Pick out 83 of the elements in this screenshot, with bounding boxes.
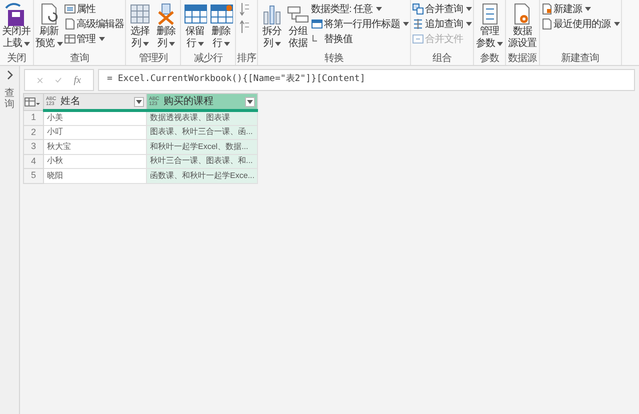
caret-icon xyxy=(24,42,30,46)
table-menu-button[interactable] xyxy=(24,94,44,110)
table-icon xyxy=(128,2,152,26)
ribbon-button[interactable]: 替换值 xyxy=(311,32,409,46)
group-label: 转换 xyxy=(324,52,344,65)
caret-icon xyxy=(376,7,382,11)
filter-button[interactable] xyxy=(134,96,144,106)
ribbon-button[interactable]: 追加查询 xyxy=(412,17,472,31)
table-cell: 函数课、和秋叶一起学Exce... xyxy=(146,168,258,183)
sort-ascending-icon xyxy=(240,2,250,16)
properties-icon xyxy=(64,3,76,15)
pane-label: 查询 xyxy=(4,88,14,110)
row-number: 4 xyxy=(24,154,44,168)
table-cell: 小叮 xyxy=(44,125,146,140)
document-icon xyxy=(540,18,552,30)
group-label: 减少行 xyxy=(192,52,224,65)
ribbon-button[interactable]: 属性 xyxy=(64,2,124,16)
ribbon-button[interactable]: 数据 源设置 xyxy=(507,2,538,50)
files-icon xyxy=(412,33,424,45)
caret-icon xyxy=(142,42,149,46)
ribbon-button[interactable]: 删除 行 xyxy=(208,2,234,50)
ribbon-button[interactable]: 删除 列 xyxy=(153,2,179,50)
document-icon xyxy=(540,3,552,15)
caret-icon xyxy=(98,37,104,41)
caret-icon xyxy=(466,22,472,26)
caret-icon xyxy=(56,42,62,46)
column-name: 姓名 xyxy=(60,95,82,109)
group-label: 组合 xyxy=(432,52,452,65)
group-label: 管理列 xyxy=(138,52,168,65)
row-number: 2 xyxy=(24,125,44,140)
ribbon-button[interactable]: 保留 行 xyxy=(182,2,208,50)
append-icon xyxy=(412,18,424,30)
row-number: 5 xyxy=(24,168,44,183)
table-icon xyxy=(64,33,76,45)
table-cell: 秋叶三合一课、图表课、和... xyxy=(146,154,258,168)
table-cell: 秋大宝 xyxy=(44,140,146,154)
ribbon-button[interactable]: 最近使用的源 xyxy=(540,17,620,31)
ribbon-button[interactable]: 数据类型: 任意 xyxy=(311,2,409,16)
table-cell: 小秋 xyxy=(44,154,146,168)
caret-icon xyxy=(466,7,472,11)
table-cell: 和秋叶一起学Excel、数据... xyxy=(146,140,258,154)
merge-icon xyxy=(412,3,424,15)
group-label: 排序 xyxy=(237,52,256,65)
row-number: 1 xyxy=(24,110,44,125)
group-label: 新建查询 xyxy=(560,52,600,65)
column-name: 购买的课程 xyxy=(163,95,214,109)
formula-field[interactable]: = Excel.CurrentWorkbook(){[Name="表2"]}[Content] xyxy=(98,69,635,91)
ribbon-button[interactable]: 高级编辑器 xyxy=(64,17,124,31)
ribbon-button[interactable]: 刷新 预览 xyxy=(34,2,64,50)
table-icon xyxy=(24,97,40,107)
ribbon-button[interactable]: 选择 列 xyxy=(127,2,153,50)
check-icon[interactable] xyxy=(55,76,62,84)
ribbon-button[interactable]: 管理 参数 xyxy=(475,2,504,50)
filter-button[interactable] xyxy=(245,96,256,106)
caret-icon xyxy=(274,42,281,46)
document-icon xyxy=(64,18,76,30)
table-icon xyxy=(311,18,323,30)
caret-icon xyxy=(403,22,409,26)
group-label: 查询 xyxy=(68,52,90,65)
ribbon-button[interactable]: 新建源 xyxy=(540,2,620,16)
group-label: 关闭 xyxy=(6,52,27,65)
ribbon-button[interactable]: 合并查询 xyxy=(412,2,472,16)
row-number: 3 xyxy=(24,140,44,154)
ribbon-button[interactable]: 关闭并 上载 xyxy=(1,2,32,50)
ribbon-button[interactable]: 拆分 列 xyxy=(259,2,285,50)
caret-icon xyxy=(136,100,142,104)
ribbon-button[interactable]: 分组 依据 xyxy=(285,2,311,50)
group-label: 参数 xyxy=(479,52,500,65)
caret-icon xyxy=(497,42,503,46)
sort-descending-icon xyxy=(240,20,250,34)
ribbon-button[interactable]: 管理 xyxy=(64,32,124,46)
ribbon-button[interactable]: 将第一行用作标题 xyxy=(311,17,409,31)
caret-icon xyxy=(198,42,204,46)
caret-icon xyxy=(585,7,591,11)
table-cell: 晓阳 xyxy=(44,168,146,183)
caret-icon xyxy=(614,22,620,26)
expand-icon[interactable] xyxy=(6,70,14,80)
group-label: 数据源 xyxy=(507,52,538,65)
caret-icon xyxy=(247,100,254,104)
caret-icon xyxy=(224,42,230,46)
fx-button[interactable]: fx xyxy=(74,72,81,88)
table-cell: 图表课、秋叶三合一课、函... xyxy=(146,125,258,140)
caret-icon xyxy=(168,42,175,46)
